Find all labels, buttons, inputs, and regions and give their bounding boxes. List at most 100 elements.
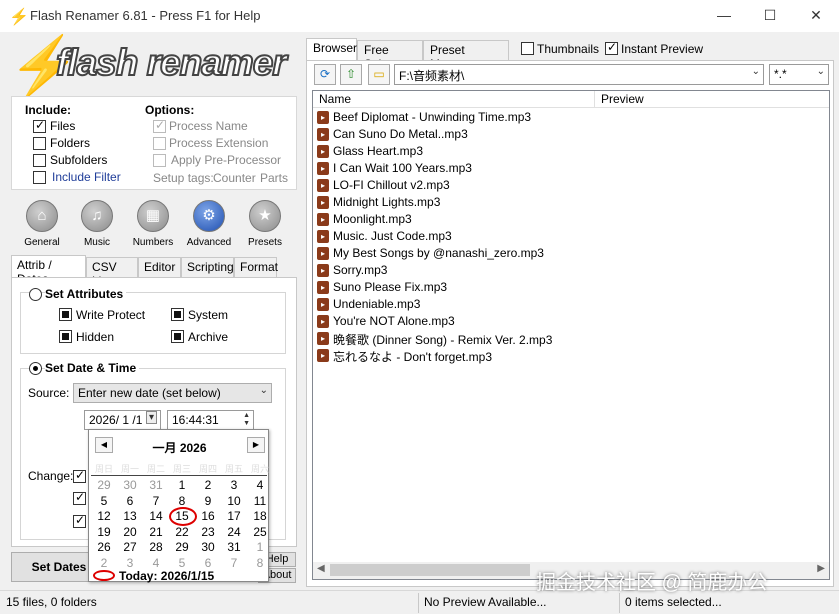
calendar-day[interactable]: 26 xyxy=(91,540,117,554)
tab-attrib-dates[interactable]: Attrib / Dates xyxy=(11,255,86,286)
subfolders-checkbox[interactable] xyxy=(33,154,46,167)
audio-file-icon: ▸ xyxy=(317,213,329,226)
folder-up-icon[interactable]: ⇧ xyxy=(340,64,362,85)
file-list[interactable]: Name Preview ▸ Beef Diplomat - Unwinding … xyxy=(312,90,830,580)
calendar-day[interactable]: 28 xyxy=(143,540,169,554)
change-accessed-checkbox[interactable] xyxy=(73,513,86,528)
file-name: LO-FI Chillout v2.mp3 xyxy=(333,178,450,192)
calendar-day[interactable]: 15 xyxy=(169,507,197,526)
file-mask-select[interactable]: *.* ⌄ xyxy=(769,64,829,85)
set-attributes-radio[interactable] xyxy=(29,288,42,301)
calendar-day[interactable]: 24 xyxy=(221,525,247,539)
calendar-day[interactable]: 10 xyxy=(221,494,247,508)
calendar-day[interactable]: 4 xyxy=(247,478,273,492)
today-link[interactable]: Today: 2026/1/15 xyxy=(119,569,214,583)
column-preview[interactable]: Preview xyxy=(595,91,829,108)
tab-browser[interactable]: Browser xyxy=(306,38,357,60)
folders-checkbox[interactable] xyxy=(33,137,46,150)
tab-editor[interactable]: Editor xyxy=(138,257,181,277)
calendar-day[interactable]: 9 xyxy=(195,494,221,508)
calendar-day[interactable]: 1 xyxy=(247,540,273,554)
audio-file-icon: ▸ xyxy=(317,162,329,175)
calendar-day[interactable]: 31 xyxy=(221,540,247,554)
maximize-button[interactable]: ☐ xyxy=(747,0,793,32)
date-picker[interactable]: 2026/ 1 /1 ▾ xyxy=(84,410,161,430)
tab-free-select[interactable]: Free Select xyxy=(357,40,423,71)
calendar-day[interactable]: 19 xyxy=(91,525,117,539)
calendar-day[interactable]: 13 xyxy=(117,509,143,523)
numbers-button[interactable]: ▦ Numbers xyxy=(127,200,179,248)
music-button[interactable]: ♫ Music xyxy=(71,200,123,248)
set-datetime-radio[interactable] xyxy=(29,362,42,375)
calendar-day[interactable]: 2 xyxy=(195,478,221,492)
calendar-day[interactable]: 3 xyxy=(117,556,143,570)
calendar-day[interactable]: 30 xyxy=(195,540,221,554)
calendar-day[interactable]: 22 xyxy=(169,525,195,539)
instant-preview-checkbox[interactable] xyxy=(605,40,618,55)
calendar-day[interactable]: 29 xyxy=(91,478,117,492)
calendar-day[interactable]: 8 xyxy=(247,556,273,570)
calendar-day[interactable]: 14 xyxy=(143,509,169,523)
files-checkbox[interactable] xyxy=(33,118,46,133)
column-name[interactable]: Name xyxy=(313,91,595,108)
calendar-day[interactable]: 2 xyxy=(91,556,117,570)
browse-folder-icon[interactable]: ▭ xyxy=(368,64,390,85)
calendar-day[interactable]: 12 xyxy=(91,509,117,523)
scroll-left-icon[interactable]: ◀ xyxy=(317,563,325,574)
dropdown-arrow-icon[interactable]: ▾ xyxy=(145,411,157,424)
next-month-button[interactable]: ▶ xyxy=(247,437,265,453)
calendar-day[interactable]: 7 xyxy=(221,556,247,570)
system-checkbox[interactable] xyxy=(171,308,184,321)
change-modified-checkbox[interactable] xyxy=(73,490,86,505)
calendar-day[interactable]: 6 xyxy=(117,494,143,508)
calendar-dropdown[interactable]: ◀ 一月 2026 ▶ 周日 周一 周二 周三 周四 周五 周六 29 30 31 1… xyxy=(88,429,269,583)
calendar-day[interactable]: 31 xyxy=(143,478,169,492)
presets-button[interactable]: ★ Presets xyxy=(239,200,291,248)
calendar-day[interactable]: 6 xyxy=(195,556,221,570)
refresh-icon[interactable]: ⟳ xyxy=(314,64,336,85)
calendar-day[interactable]: 1 xyxy=(169,478,195,492)
pre-processor-checkbox xyxy=(153,154,166,167)
tab-scripting[interactable]: Scripting xyxy=(181,257,234,277)
calendar-day[interactable]: 17 xyxy=(221,509,247,523)
source-select[interactable]: Enter new date (set below) ⌄ xyxy=(73,383,272,403)
presets-label: Presets xyxy=(248,237,282,248)
change-created-checkbox[interactable] xyxy=(73,468,86,483)
close-button[interactable]: ✕ xyxy=(793,0,839,32)
calendar-day[interactable]: 25 xyxy=(247,525,273,539)
calendar-day[interactable]: 5 xyxy=(91,494,117,508)
hidden-checkbox[interactable] xyxy=(59,330,72,343)
calendar-day[interactable]: 8 xyxy=(169,494,195,508)
calendar-day[interactable]: 29 xyxy=(169,540,195,554)
file-list-header: Name Preview xyxy=(313,91,829,108)
calendar-day[interactable]: 21 xyxy=(143,525,169,539)
calendar-day[interactable]: 5 xyxy=(169,556,195,570)
include-filter-checkbox[interactable] xyxy=(33,171,46,184)
scrollbar-thumb[interactable] xyxy=(330,564,530,576)
archive-label: Archive xyxy=(188,330,229,344)
calendar-day[interactable]: 30 xyxy=(117,478,143,492)
tab-format[interactable]: Format xyxy=(234,257,278,277)
tab-csv-list[interactable]: CSV List xyxy=(86,257,138,288)
general-button[interactable]: ⌂ General xyxy=(16,200,68,248)
advanced-button[interactable]: ⚙ Advanced xyxy=(183,200,235,248)
thumbnails-checkbox[interactable] xyxy=(521,42,534,55)
include-filter-label[interactable]: Include Filter xyxy=(52,170,121,184)
minimize-button[interactable]: — xyxy=(701,0,747,32)
calendar-day[interactable]: 3 xyxy=(221,478,247,492)
calendar-day[interactable]: 16 xyxy=(195,509,221,523)
calendar-day[interactable]: 4 xyxy=(143,556,169,570)
archive-checkbox[interactable] xyxy=(171,330,184,343)
calendar-day[interactable]: 11 xyxy=(247,494,273,508)
calendar-day[interactable]: 7 xyxy=(143,494,169,508)
scroll-right-icon[interactable]: ▶ xyxy=(817,563,825,574)
write-protect-checkbox[interactable] xyxy=(59,308,72,321)
path-select[interactable]: F:\音频素材\ ⌄ xyxy=(394,64,764,85)
calendar-day[interactable]: 18 xyxy=(247,509,273,523)
calendar-day[interactable]: 20 xyxy=(117,525,143,539)
time-picker[interactable]: 16:44:31 ▲ ▼ xyxy=(167,410,254,430)
tab-preset-manager[interactable]: Preset Manager xyxy=(423,40,509,71)
calendar-day[interactable]: 23 xyxy=(195,525,221,539)
spin-buttons-icon[interactable]: ▲ ▼ xyxy=(243,412,250,428)
calendar-day[interactable]: 27 xyxy=(117,540,143,554)
